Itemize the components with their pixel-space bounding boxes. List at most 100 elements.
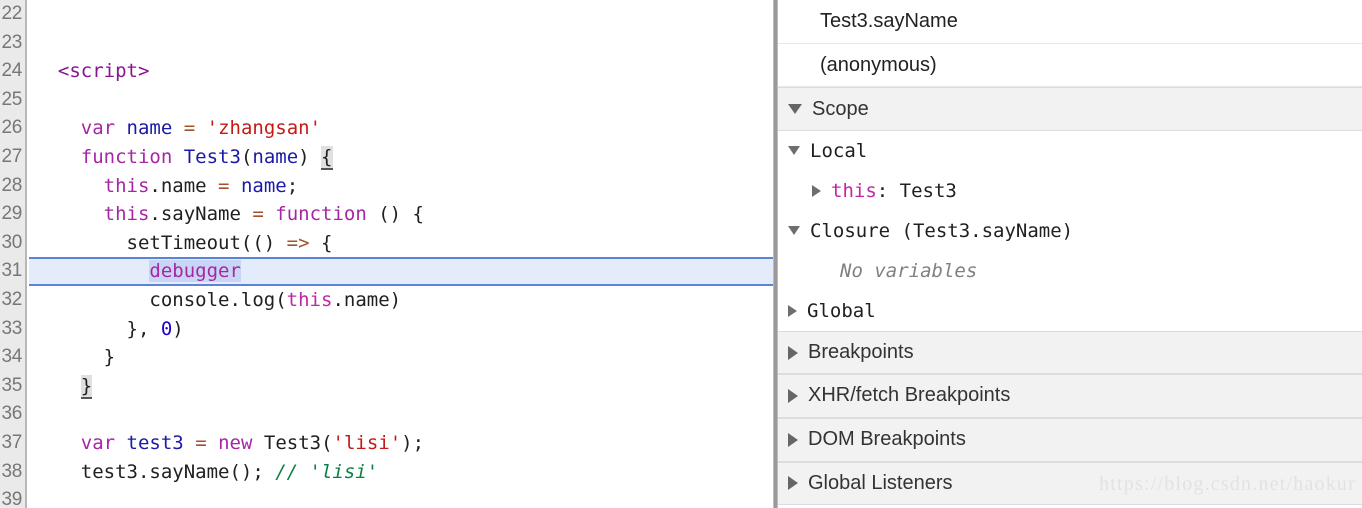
line-number: 34 bbox=[1, 346, 22, 368]
section-title: DOM Breakpoints bbox=[808, 427, 966, 450]
token-script-tag: <script> bbox=[35, 60, 150, 83]
token-debugger-keyword: debugger bbox=[149, 260, 241, 283]
scope-group-label: Local bbox=[810, 139, 868, 162]
code-line[interactable]: 38 test3.sayName(); // 'lisi' bbox=[0, 457, 773, 487]
line-number: 24 bbox=[1, 60, 22, 82]
section-breakpoints[interactable]: Breakpoints bbox=[778, 330, 1362, 375]
code-line[interactable]: 30 setTimeout(() => { bbox=[0, 228, 773, 258]
line-content: this.name = name; bbox=[103, 174, 299, 197]
line-number-gutter[interactable]: 38 bbox=[0, 457, 27, 487]
code-line[interactable]: 28 this.name = name; bbox=[0, 171, 773, 201]
brace-match-open: { bbox=[321, 145, 333, 170]
scope-group-label: Global bbox=[807, 299, 876, 322]
line-content: } bbox=[29, 372, 773, 401]
line-content: } bbox=[35, 346, 116, 369]
section-global-listeners[interactable]: Global Listeners bbox=[778, 461, 1362, 506]
code-line[interactable]: 35 } bbox=[0, 371, 773, 401]
line-number: 25 bbox=[1, 88, 22, 110]
code-line-execution-paused[interactable]: 31 debugger bbox=[0, 257, 773, 286]
line-content: var test3 = new Test3('lisi'); bbox=[80, 431, 425, 454]
call-stack-frame-test3-sayname[interactable]: Test3.sayName bbox=[778, 0, 1362, 44]
line-number-gutter[interactable]: 34 bbox=[0, 343, 27, 372]
section-title: Breakpoints bbox=[808, 340, 914, 363]
scope-variable-key: this bbox=[831, 179, 877, 202]
line-number-gutter[interactable]: 30 bbox=[0, 228, 27, 258]
scope-section-title: Scope bbox=[812, 97, 869, 120]
code-line[interactable]: 25 bbox=[0, 85, 773, 115]
scope-group-local[interactable]: Local bbox=[778, 130, 1362, 171]
line-number-gutter[interactable]: 35 bbox=[0, 371, 27, 401]
debugger-sidebar: Test3.sayName (anonymous) Scope Local th… bbox=[778, 0, 1362, 508]
scope-variable-value: Test3 bbox=[899, 179, 957, 202]
code-line[interactable]: 33 }, 0) bbox=[0, 314, 773, 344]
line-number: 28 bbox=[1, 174, 22, 196]
scope-group-global[interactable]: Global bbox=[778, 290, 1362, 331]
line-content bbox=[29, 86, 773, 115]
code-line[interactable]: 29 this.sayName = function () { bbox=[0, 200, 773, 229]
section-title: XHR/fetch Breakpoints bbox=[808, 384, 1011, 407]
line-number: 37 bbox=[1, 431, 22, 453]
line-number: 36 bbox=[1, 403, 22, 425]
code-line[interactable]: 24 <script> bbox=[0, 57, 773, 86]
line-number: 32 bbox=[1, 288, 22, 310]
code-line[interactable]: 32 console.log(this.name) bbox=[0, 285, 773, 315]
line-number: 31 bbox=[1, 260, 22, 282]
scope-no-variables-message: No variables bbox=[778, 250, 1362, 291]
code-line[interactable]: 23 bbox=[0, 28, 773, 58]
line-number-gutter[interactable]: 22 bbox=[0, 0, 27, 29]
code-line[interactable]: 22 bbox=[0, 0, 773, 29]
section-dom-breakpoints[interactable]: DOM Breakpoints bbox=[778, 417, 1362, 462]
line-number: 33 bbox=[1, 317, 22, 339]
code-line[interactable]: 39 bbox=[0, 486, 773, 508]
chevron-down-icon bbox=[788, 226, 800, 236]
call-stack-frame-anonymous[interactable]: (anonymous) bbox=[778, 43, 1362, 88]
line-content bbox=[29, 400, 773, 429]
line-number-gutter[interactable]: 33 bbox=[0, 314, 27, 344]
line-number-gutter[interactable]: 23 bbox=[0, 28, 27, 58]
line-number-gutter[interactable]: 24 bbox=[0, 57, 27, 86]
section-xhr-fetch-breakpoints[interactable]: XHR/fetch Breakpoints bbox=[778, 374, 1362, 418]
line-content bbox=[29, 486, 773, 508]
line-number-gutter[interactable]: 27 bbox=[0, 142, 27, 172]
devtools-sources-panel: 22 23 24 <script> 25 26 var name = 'zhan… bbox=[0, 0, 1362, 508]
line-number-gutter[interactable]: 31 bbox=[0, 257, 27, 286]
scope-section-header[interactable]: Scope bbox=[778, 87, 1362, 131]
line-content: setTimeout(() => { bbox=[35, 231, 333, 254]
line-number-gutter[interactable]: 26 bbox=[0, 114, 27, 143]
code-line[interactable]: 26 var name = 'zhangsan' bbox=[0, 114, 773, 143]
chevron-right-icon bbox=[788, 304, 797, 317]
line-number-gutter[interactable]: 39 bbox=[0, 486, 27, 508]
scope-variable-this[interactable]: this: Test3 bbox=[778, 170, 1362, 211]
brace-match-close: } bbox=[80, 374, 93, 399]
source-code-editor[interactable]: 22 23 24 <script> 25 26 var name = 'zhan… bbox=[0, 0, 773, 508]
line-number-gutter[interactable]: 29 bbox=[0, 200, 27, 229]
line-content: this.sayName = function () { bbox=[103, 203, 424, 226]
section-title: Global Listeners bbox=[808, 471, 953, 494]
scope-group-label: Closure (Test3.sayName) bbox=[810, 219, 1074, 242]
line-number-gutter[interactable]: 28 bbox=[0, 171, 27, 201]
line-content: console.log(this.name) bbox=[35, 288, 402, 311]
code-line[interactable]: 34 } bbox=[0, 343, 773, 372]
line-number: 27 bbox=[1, 145, 22, 167]
token-comment: // 'lisi' bbox=[275, 460, 379, 483]
line-number-gutter[interactable]: 37 bbox=[0, 428, 27, 458]
line-content: debugger bbox=[29, 257, 773, 286]
scope-group-closure[interactable]: Closure (Test3.sayName) bbox=[778, 210, 1362, 251]
chevron-down-icon bbox=[788, 103, 802, 114]
chevron-right-icon bbox=[788, 345, 798, 360]
line-number-gutter[interactable]: 36 bbox=[0, 400, 27, 429]
code-line[interactable]: 27 function Test3(name) { bbox=[0, 142, 773, 172]
code-line[interactable]: 37 var test3 = new Test3('lisi'); bbox=[0, 428, 773, 458]
line-number: 30 bbox=[1, 231, 22, 253]
chevron-right-icon bbox=[812, 184, 821, 197]
chevron-down-icon bbox=[788, 146, 800, 156]
line-number-gutter[interactable]: 32 bbox=[0, 285, 27, 315]
line-number: 38 bbox=[1, 460, 22, 482]
line-content: function Test3(name) { bbox=[80, 145, 333, 170]
line-content bbox=[29, 0, 773, 29]
line-number: 39 bbox=[1, 489, 22, 508]
line-number: 29 bbox=[1, 203, 22, 225]
line-number-gutter[interactable]: 25 bbox=[0, 85, 27, 115]
code-line[interactable]: 36 bbox=[0, 400, 773, 429]
line-content: }, 0) bbox=[35, 317, 184, 340]
